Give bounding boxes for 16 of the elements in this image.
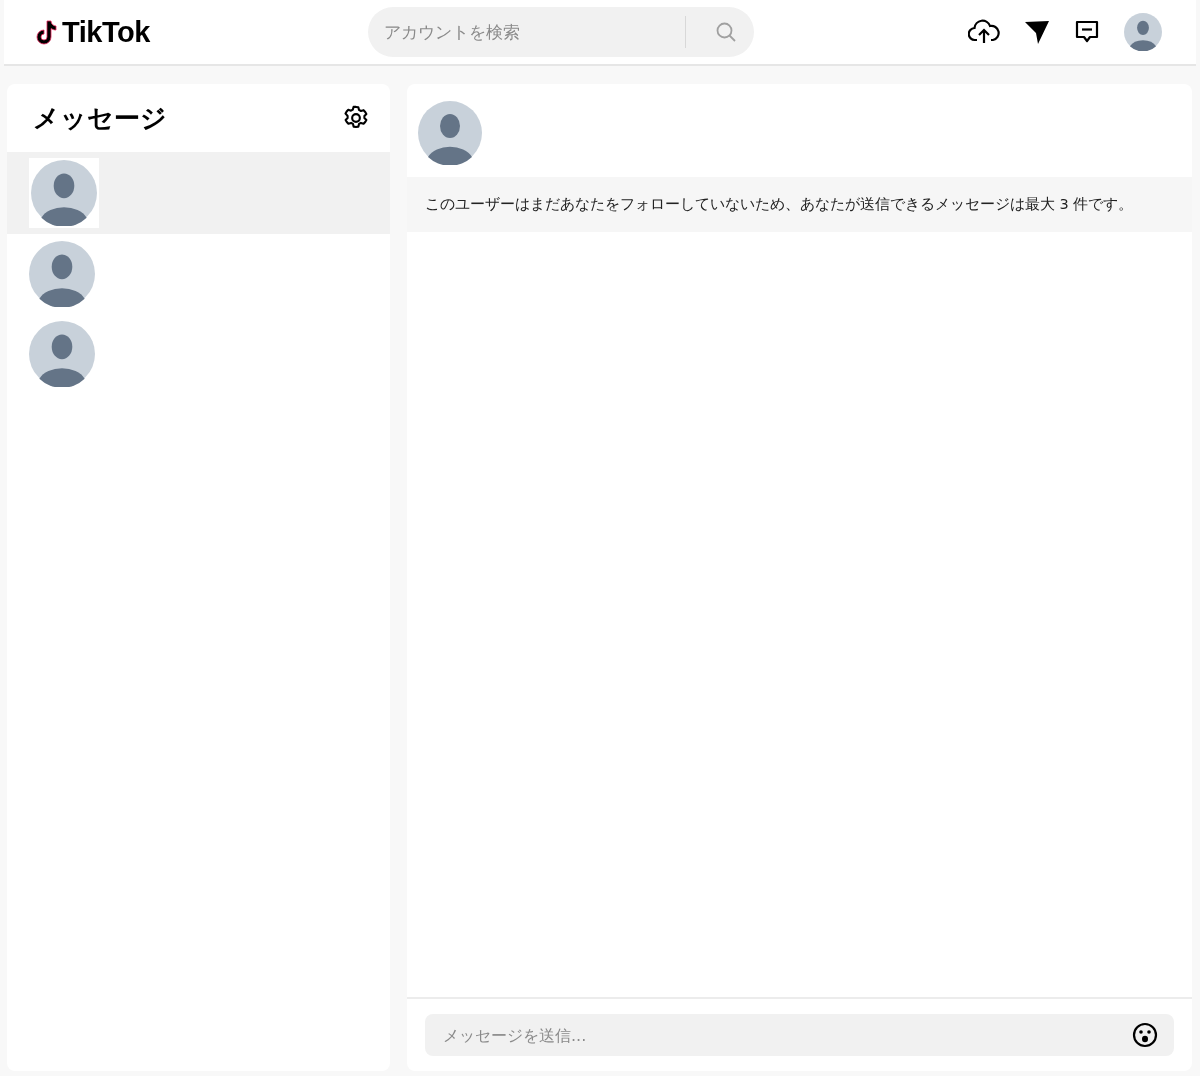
user-avatar — [29, 321, 95, 387]
sidebar-title: メッセージ — [33, 101, 167, 135]
message-input[interactable]: メッセージを送信... — [425, 1014, 1174, 1056]
profile-avatar[interactable] — [1124, 13, 1162, 51]
search-field[interactable]: アカウントを検索 — [368, 7, 754, 57]
logo-text[interactable]: TikTok — [62, 15, 150, 49]
music-note-icon — [34, 19, 58, 45]
message-icon[interactable] — [1074, 19, 1100, 45]
user-avatar[interactable] — [418, 100, 482, 165]
follow-notice: このユーザーはまだあなたをフォローしていないため、あなたが送信できるメッセージは最大 3 件です。 — [407, 177, 1192, 232]
emoji-icon[interactable] — [1132, 1022, 1158, 1048]
upload-cloud-icon[interactable] — [968, 19, 1000, 45]
user-avatar — [29, 158, 99, 228]
paper-plane-icon[interactable] — [1024, 19, 1050, 45]
user-avatar — [29, 241, 95, 307]
conversation-item[interactable] — [7, 152, 390, 234]
